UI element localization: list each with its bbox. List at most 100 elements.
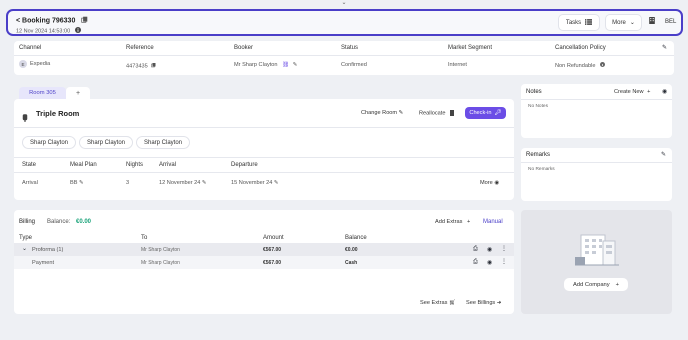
- info-icon[interactable]: [74, 27, 81, 35]
- billing-title: Billing: [19, 219, 36, 225]
- divider: [14, 172, 514, 173]
- col-booker: Booker: [234, 45, 254, 51]
- booker-cell: Mr Sharp Clayton ⛓ ✎: [234, 62, 298, 68]
- print-icon[interactable]: ⎙: [473, 259, 478, 266]
- arrow-circle-icon: ➜: [496, 300, 502, 306]
- add-extras-button[interactable]: Add Extras +: [435, 219, 470, 225]
- col-cancellation-policy: Cancellation Policy: [555, 45, 606, 51]
- eye-icon[interactable]: ◉: [662, 88, 667, 95]
- copy-icon[interactable]: [151, 62, 156, 70]
- print-icon[interactable]: ⎙: [473, 246, 478, 253]
- room-card: Triple Room Change Room ✎ Reallocate Che…: [14, 99, 514, 200]
- col-meal-plan: Meal Plan: [70, 162, 97, 168]
- market-segment-cell: Internet: [448, 62, 467, 68]
- notes-title: Notes: [526, 89, 542, 95]
- edit-icon[interactable]: ✎: [293, 62, 298, 68]
- chevron-down-icon[interactable]: ⌄: [22, 245, 27, 252]
- link-icon[interactable]: ⛓: [282, 62, 289, 68]
- key-icon: 🔑︎: [494, 110, 502, 116]
- edit-icon[interactable]: ✎: [79, 180, 84, 186]
- more-dropdown[interactable]: More ⌄: [605, 14, 642, 31]
- tab-room-305[interactable]: Room 305: [19, 87, 66, 99]
- guest-chip[interactable]: Sharp Clayton: [136, 136, 190, 149]
- nights-cell: 3: [126, 180, 130, 186]
- col-arrival: Arrival: [159, 162, 177, 168]
- edit-icon: ✎: [398, 110, 404, 116]
- booking-date: 12 Nov 2024 14:53:00: [16, 27, 81, 35]
- edit-icon[interactable]: ✎: [274, 180, 279, 186]
- add-company-button[interactable]: Add Company +: [564, 278, 628, 291]
- booking-header: < Booking 796330 12 Nov 2024 14:53:00 Ta…: [6, 9, 683, 36]
- cancellation-policy-cell: Non Refundable: [555, 62, 605, 69]
- cart-icon: 🛒︎: [448, 300, 457, 306]
- eye-icon[interactable]: ◉: [487, 259, 492, 266]
- plus-icon: +: [615, 281, 620, 288]
- col-status: Status: [341, 45, 359, 51]
- remarks-card: Remarks ✎ No Remarks: [521, 148, 672, 201]
- divider: [521, 162, 672, 163]
- col-nights: Nights: [126, 162, 144, 168]
- check-in-button[interactable]: Check-in 🔑︎: [465, 107, 506, 119]
- company-illustration-icon: [575, 229, 619, 274]
- channel-cell: E Expedia: [19, 60, 50, 68]
- col-amount: Amount: [263, 235, 284, 241]
- room-type: Triple Room: [36, 109, 80, 118]
- divider: [14, 127, 514, 128]
- booking-title[interactable]: < Booking 796330: [16, 16, 88, 25]
- change-room-button[interactable]: Change Room ✎: [361, 110, 403, 116]
- notes-card: Notes Create New + ◉ No Notes: [521, 84, 672, 138]
- status-cell: Confirmed: [341, 62, 367, 68]
- see-extras-button[interactable]: See Extras 🛒︎: [420, 300, 456, 306]
- property-selector[interactable]: BEL: [649, 17, 676, 26]
- bed-icon: [22, 109, 28, 127]
- plus-icon: +: [647, 89, 651, 95]
- reference-cell: 4473435: [126, 62, 156, 70]
- col-to: To: [141, 235, 148, 241]
- chevron-down-icon: ⌄: [629, 20, 635, 26]
- guest-chip[interactable]: Sharp Clayton: [22, 136, 76, 149]
- meal-plan-cell: BB ✎: [70, 180, 84, 186]
- kebab-icon[interactable]: ⋮: [501, 258, 507, 265]
- col-reference: Reference: [126, 45, 154, 51]
- arrival-cell: 12 November 24 ✎: [159, 180, 207, 186]
- col-channel: Channel: [19, 45, 42, 51]
- billing-card: Billing Balance: €0.00 Add Extras + Manu…: [14, 210, 514, 314]
- tasks-button[interactable]: Tasks: [558, 14, 600, 31]
- no-notes-text: No Notes: [528, 104, 548, 109]
- divider: [14, 55, 674, 56]
- company-card: Add Company +: [521, 210, 672, 314]
- divider: [521, 99, 672, 100]
- info-icon[interactable]: [600, 62, 605, 69]
- edit-icon[interactable]: ✎: [661, 151, 666, 158]
- table-row[interactable]: Payment Mr Sharp Clayton €567.00 Cash ⎙ …: [14, 256, 514, 269]
- more-button[interactable]: More ◉: [480, 180, 499, 186]
- table-row[interactable]: ⌄ Proforma (1) Mr Sharp Clayton €567.00 …: [14, 243, 514, 256]
- copy-icon[interactable]: [81, 16, 88, 25]
- col-departure: Departure: [231, 162, 258, 168]
- edit-icon[interactable]: ✎: [202, 180, 207, 186]
- balance-value: €0.00: [76, 219, 92, 225]
- no-remarks-text: No Remarks: [528, 167, 555, 172]
- add-room-tab[interactable]: +: [66, 87, 90, 99]
- divider: [14, 157, 514, 158]
- balance-label: Balance:: [47, 219, 71, 225]
- channel-avatar: E: [19, 60, 27, 68]
- door-icon: [450, 110, 454, 116]
- col-market-segment: Market Segment: [448, 45, 493, 51]
- remarks-title: Remarks: [526, 152, 551, 158]
- col-balance: Balance: [345, 235, 367, 241]
- list-icon: [585, 18, 593, 27]
- building-icon: [649, 17, 655, 26]
- kebab-icon[interactable]: ⋮: [501, 245, 507, 252]
- booking-summary: Channel Reference Booker Status Market S…: [14, 41, 674, 75]
- eye-icon[interactable]: ◉: [487, 246, 492, 253]
- manual-button[interactable]: Manual: [483, 219, 503, 225]
- chevron-down-icon[interactable]: ⌄: [338, 0, 350, 6]
- col-type: Type: [19, 235, 33, 241]
- create-new-note-button[interactable]: Create New +: [614, 89, 650, 95]
- see-billings-button[interactable]: See Billings ➜: [466, 300, 501, 306]
- edit-icon[interactable]: ✎: [662, 44, 667, 51]
- departure-cell: 15 November 24 ✎: [231, 180, 279, 186]
- reallocate-button[interactable]: Reallocate: [419, 110, 454, 116]
- guest-chip[interactable]: Sharp Clayton: [79, 136, 133, 149]
